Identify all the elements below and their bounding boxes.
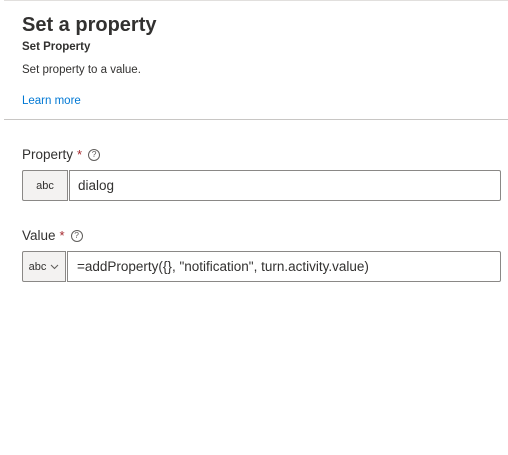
value-help-icon[interactable]: ? (70, 229, 83, 242)
value-type-label: abc (28, 260, 47, 273)
header-divider (4, 119, 508, 120)
property-label: Property (22, 147, 74, 162)
value-label-row: Value * ? (22, 228, 83, 243)
page-description: Set property to a value. (22, 64, 141, 76)
value-required-mark: * (59, 228, 65, 243)
value-type-dropdown[interactable]: abc (22, 251, 66, 282)
page-title: Set a property (22, 14, 157, 36)
top-border (4, 0, 508, 1)
property-input[interactable] (69, 170, 501, 201)
property-field: abc (22, 170, 501, 201)
value-field: abc (22, 251, 501, 282)
value-input[interactable] (67, 251, 501, 282)
value-label: Value (22, 228, 56, 243)
properties-panel: Set a property Set Property Set property… (0, 0, 508, 455)
page-subtitle: Set Property (22, 41, 91, 53)
panel-header: Set a property Set Property Set property… (22, 12, 500, 76)
chevron-down-icon (50, 264, 59, 269)
property-type-indicator: abc (22, 170, 68, 201)
learn-more-link[interactable]: Learn more (22, 95, 81, 107)
property-help-icon[interactable]: ? (88, 148, 101, 161)
property-required-mark: * (77, 147, 83, 162)
property-label-row: Property * ? (22, 147, 101, 162)
